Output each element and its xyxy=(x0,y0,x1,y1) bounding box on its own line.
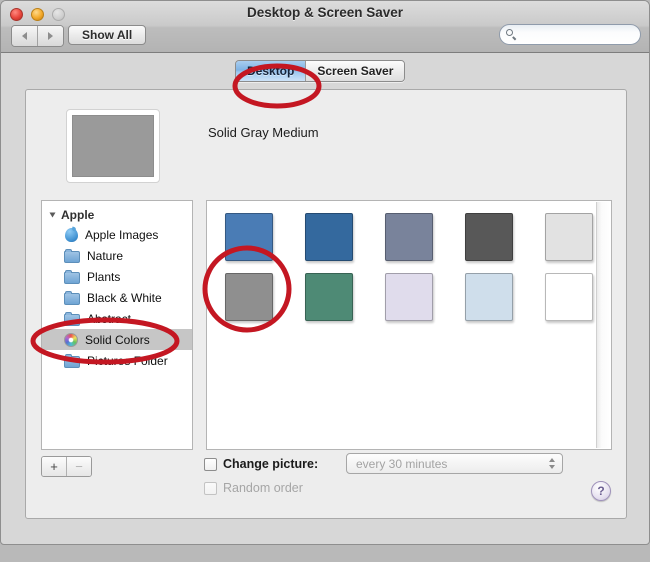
swatch-solid-slate-blue[interactable] xyxy=(385,213,433,261)
color-wheel-icon xyxy=(64,332,78,347)
swatch-cell[interactable] xyxy=(385,213,465,273)
swatch-solid-dark-gray[interactable] xyxy=(465,213,513,261)
swatch-cell[interactable] xyxy=(225,273,305,333)
swatch-solid-white[interactable] xyxy=(545,273,593,321)
sidebar-item-plants[interactable]: Plants xyxy=(42,266,192,287)
chevron-up-icon xyxy=(549,458,555,462)
navigation-segmented-control[interactable] xyxy=(11,25,64,47)
swatch-solid-pale-blue[interactable] xyxy=(465,273,513,321)
swatch-cell[interactable] xyxy=(465,273,545,333)
sidebar-item-nature[interactable]: Nature xyxy=(42,245,192,266)
change-picture-row[interactable]: Change picture: xyxy=(204,455,318,473)
sidebar-item-label: Apple Images xyxy=(85,227,159,242)
sidebar-item-black-and-white[interactable]: Black & White xyxy=(42,287,192,308)
sidebar-item-label: Nature xyxy=(87,248,124,263)
random-order-row: Random order xyxy=(204,479,303,497)
swatch-solid-gray-medium[interactable] xyxy=(225,273,273,321)
swatch-solid-blue[interactable] xyxy=(225,213,273,261)
folder-icon xyxy=(64,290,80,305)
window-titlebar: Desktop & Screen Saver Show All xyxy=(1,1,649,53)
sidebar-item-label: Black & White xyxy=(87,290,162,305)
search-field[interactable] xyxy=(499,24,641,45)
swatch-cell[interactable] xyxy=(545,273,625,333)
tab-bar: Desktop Screen Saver xyxy=(1,53,649,85)
chevron-right-icon xyxy=(48,32,53,40)
tab-desktop[interactable]: Desktop xyxy=(236,61,306,81)
swatch-grid xyxy=(207,201,611,333)
random-order-label: Random order xyxy=(223,481,303,495)
tab-screen-saver-label: Screen Saver xyxy=(317,64,394,78)
swatch-solid-green[interactable] xyxy=(305,273,353,321)
sidebar-item-pictures-folder[interactable]: Pictures Folder xyxy=(42,350,192,371)
swatch-solid-deep-blue[interactable] xyxy=(305,213,353,261)
grid-vertical-scrollbar[interactable] xyxy=(596,202,610,448)
sidebar-item-solid-colors[interactable]: Solid Colors xyxy=(42,329,192,350)
apple-icon xyxy=(65,227,78,242)
swatch-cell[interactable] xyxy=(385,273,465,333)
swatch-solid-light-gray[interactable] xyxy=(545,213,593,261)
chevron-down-icon xyxy=(549,465,555,469)
swatch-solid-lavender[interactable] xyxy=(385,273,433,321)
picture-source-list[interactable]: Apple Apple Images Nature Plants Black &… xyxy=(41,200,193,450)
desktop-preview-thumbnail xyxy=(66,109,160,183)
sidebar-item-abstract[interactable]: Abstract xyxy=(42,308,192,329)
folder-icon xyxy=(64,248,80,263)
change-interval-value: every 30 minutes xyxy=(356,456,448,471)
search-icon xyxy=(506,29,517,40)
swatch-cell[interactable] xyxy=(305,213,385,273)
change-interval-popup[interactable]: every 30 minutes xyxy=(346,453,563,474)
swatch-cell[interactable] xyxy=(545,213,625,273)
change-picture-checkbox[interactable] xyxy=(204,457,217,471)
sidebar-item-apple-images[interactable]: Apple Images xyxy=(42,224,192,245)
stepper-arrows-icon[interactable] xyxy=(546,456,558,471)
sidebar-item-label: Solid Colors xyxy=(85,332,150,347)
sidebar-item-label: Plants xyxy=(87,269,121,284)
desktop-picture-grid[interactable] xyxy=(206,200,612,450)
folder-icon xyxy=(64,269,80,284)
source-group-apple[interactable]: Apple xyxy=(42,205,192,224)
change-picture-label: Change picture: xyxy=(223,457,319,471)
search-input[interactable] xyxy=(521,28,631,41)
tab-group: Desktop Screen Saver xyxy=(235,60,406,82)
chevron-left-icon xyxy=(22,32,27,40)
source-group-label: Apple xyxy=(61,207,95,222)
current-desktop-name: Solid Gray Medium xyxy=(208,125,319,140)
folder-icon xyxy=(64,311,80,326)
question-mark-icon: ? xyxy=(597,484,605,498)
help-button[interactable]: ? xyxy=(591,481,611,501)
folder-icon xyxy=(64,353,80,368)
window-title: Desktop & Screen Saver xyxy=(246,5,404,20)
remove-icon: − xyxy=(75,459,83,474)
swatch-cell[interactable] xyxy=(465,213,545,273)
system-preferences-window: Desktop & Screen Saver Show All Desktop … xyxy=(0,0,650,545)
show-all-label: Show All xyxy=(82,28,133,42)
random-order-checkbox xyxy=(204,481,217,495)
desktop-settings-panel: Solid Gray Medium Apple Apple Images Nat… xyxy=(25,89,627,519)
show-all-button[interactable]: Show All xyxy=(68,25,147,45)
add-source-button[interactable]: + xyxy=(42,457,66,476)
remove-source-button: − xyxy=(66,457,91,476)
sidebar-item-label: Abstract xyxy=(87,311,132,326)
swatch-cell[interactable] xyxy=(305,273,385,333)
sidebar-item-label: Pictures Folder xyxy=(87,353,168,368)
forward-button[interactable] xyxy=(37,26,63,46)
tab-screen-saver[interactable]: Screen Saver xyxy=(305,61,405,81)
add-icon: + xyxy=(50,459,58,474)
back-button[interactable] xyxy=(12,26,37,46)
add-remove-source-control[interactable]: + − xyxy=(41,456,92,477)
tab-desktop-label: Desktop xyxy=(247,64,295,78)
chevron-down-icon[interactable] xyxy=(49,212,56,217)
desktop-preview-fill xyxy=(72,115,154,177)
swatch-cell[interactable] xyxy=(225,213,305,273)
